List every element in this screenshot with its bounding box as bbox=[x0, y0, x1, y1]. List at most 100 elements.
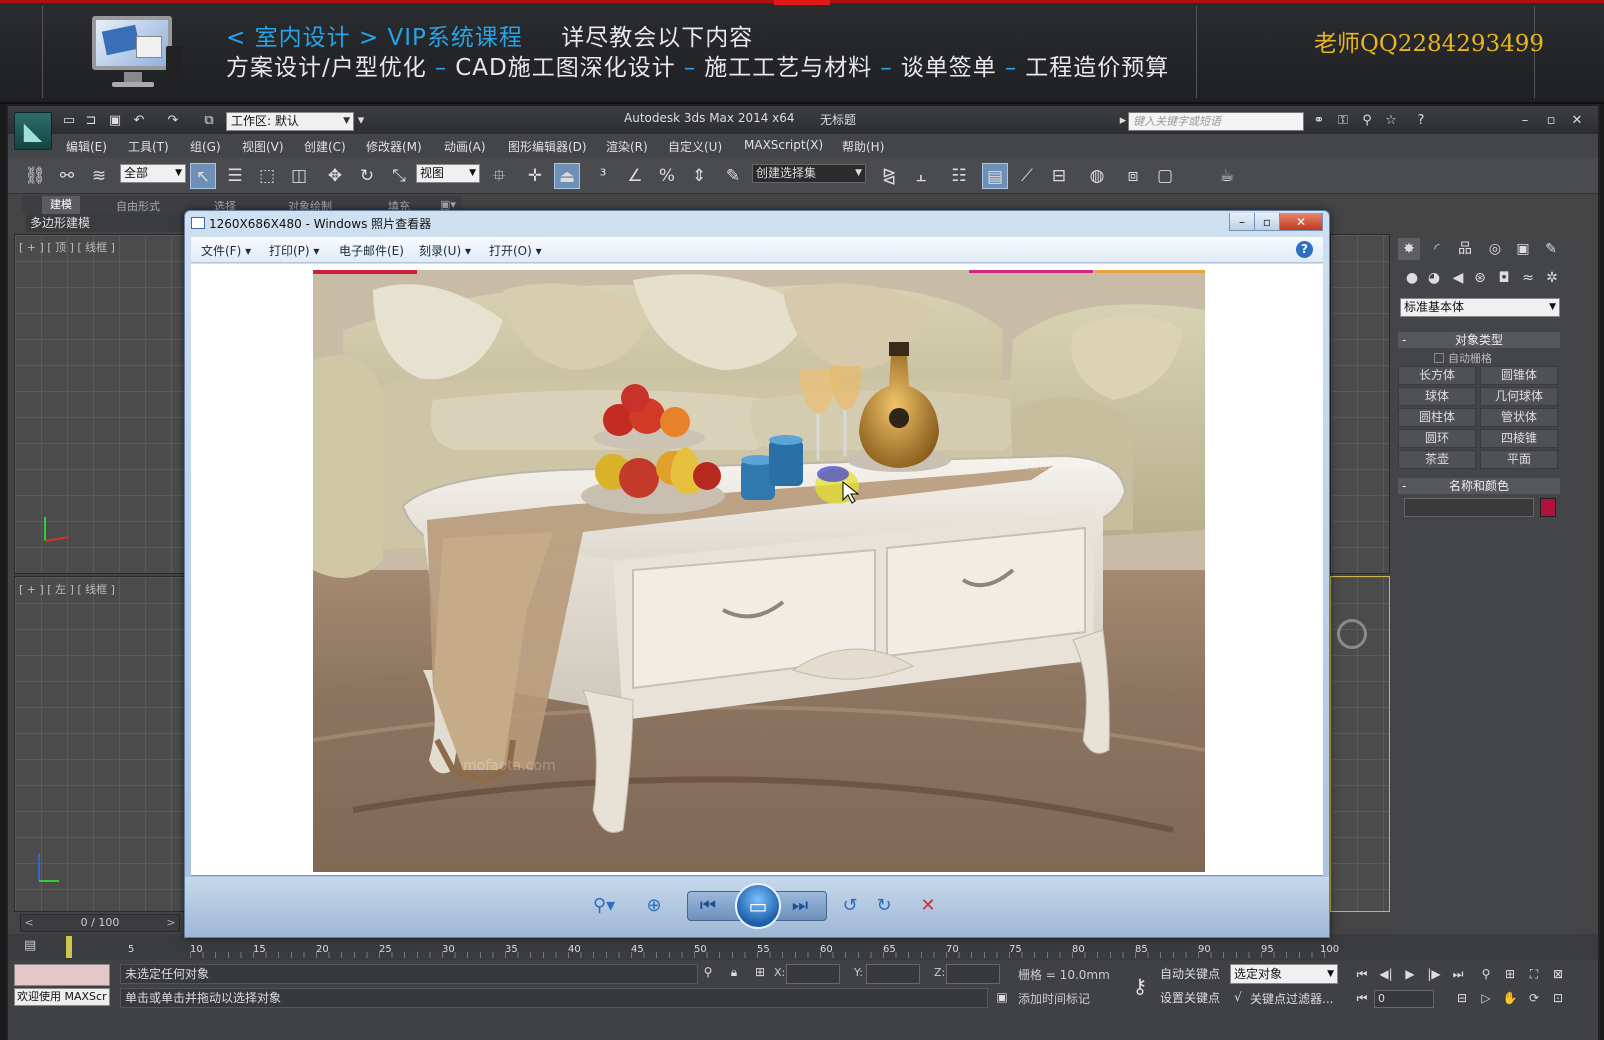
maximize-viewport-icon[interactable]: ⊡ bbox=[1548, 988, 1568, 1008]
communication-center-icon[interactable]: ⚲ bbox=[1358, 112, 1376, 130]
display-tab-icon[interactable]: ▣ bbox=[1512, 238, 1534, 260]
menu-maxscript[interactable]: MAXScript(X) bbox=[744, 138, 823, 152]
unlink-icon[interactable]: ⚯ bbox=[54, 163, 80, 189]
auto-key-button[interactable]: 自动关键点 bbox=[1160, 964, 1224, 984]
layer-manager-icon[interactable]: ☷ bbox=[946, 163, 972, 189]
workspace-dropdown[interactable]: 工作区: 默认 ▼ bbox=[226, 112, 354, 131]
zoom-all-icon[interactable]: ⊞ bbox=[1500, 964, 1520, 984]
viewport-top[interactable]: [ + ] [ 顶 ] [ 线框 ] bbox=[14, 234, 186, 574]
rectangular-selection-icon[interactable]: ⬚ bbox=[254, 163, 280, 189]
absolute-mode-transform-icon[interactable]: ⊞ bbox=[752, 965, 768, 981]
object-color-swatch[interactable] bbox=[1540, 498, 1556, 517]
key-filters-button[interactable]: 关键点过滤器... bbox=[1250, 990, 1333, 1007]
edit-named-selection-icon[interactable]: ✎ bbox=[720, 163, 746, 189]
render-setup-icon[interactable]: ⧈ bbox=[1120, 163, 1146, 189]
mini-curve-editor-icon[interactable]: ▤ bbox=[24, 938, 44, 956]
x-coordinate-field[interactable] bbox=[786, 964, 840, 984]
angle-snap-icon[interactable]: ∠ bbox=[622, 163, 648, 189]
menu-rendering[interactable]: 渲染(R) bbox=[606, 138, 648, 155]
menu-help[interactable]: 帮助(H) bbox=[842, 138, 884, 155]
cone-button[interactable]: 圆锥体 bbox=[1480, 366, 1558, 385]
ribbon-tab-modeling[interactable]: 建模 bbox=[42, 196, 80, 214]
rotate-counterclockwise-icon[interactable]: ↺ bbox=[833, 889, 867, 923]
rendered-frame-window-icon[interactable]: ▢ bbox=[1152, 163, 1178, 189]
application-menu-button[interactable]: ◣ bbox=[14, 112, 52, 150]
object-name-field[interactable] bbox=[1404, 498, 1534, 517]
orbit-icon[interactable]: ⟳ bbox=[1524, 988, 1544, 1008]
key-mode-toggle-icon[interactable]: ⏮ bbox=[1352, 988, 1372, 1008]
snaps-toggle-icon[interactable]: ³ bbox=[590, 163, 616, 189]
menu-email[interactable]: 电子邮件(E) bbox=[339, 242, 404, 259]
help-icon[interactable]: ? bbox=[1296, 241, 1313, 258]
menu-print[interactable]: 打印(P) ▾ bbox=[269, 242, 319, 259]
save-icon[interactable]: ▣ bbox=[106, 112, 124, 130]
minimize-icon[interactable]: – bbox=[1512, 113, 1538, 131]
undo-icon[interactable]: ↶ bbox=[130, 112, 148, 130]
time-slider[interactable]: < 0 / 100 > bbox=[20, 914, 180, 932]
favorites-star-icon[interactable]: ☆ bbox=[1382, 112, 1400, 130]
align-icon[interactable]: ⫠ bbox=[908, 163, 934, 189]
next-image-icon[interactable]: ⏭ bbox=[783, 889, 817, 923]
binoculars-icon[interactable]: ⚭ bbox=[1310, 112, 1328, 130]
actual-size-icon[interactable]: ⊕ bbox=[637, 889, 671, 923]
move-icon[interactable]: ✥ bbox=[322, 163, 348, 189]
render-production-teapot-icon[interactable]: ☕ bbox=[1214, 163, 1240, 189]
maximize-icon[interactable]: ▫ bbox=[1254, 213, 1280, 231]
track-bar-current-frame-marker[interactable] bbox=[66, 936, 72, 958]
select-object-icon[interactable]: ↖ bbox=[190, 163, 216, 189]
y-coordinate-field[interactable] bbox=[866, 964, 920, 984]
previous-frame-icon[interactable]: ◀| bbox=[1376, 964, 1396, 984]
previous-image-icon[interactable]: ⏮ bbox=[691, 889, 725, 923]
viewport-label-left[interactable]: [ + ] [ 左 ] [ 线框 ] bbox=[19, 581, 115, 597]
scale-icon[interactable]: ⤡ bbox=[386, 163, 412, 189]
maximize-icon[interactable]: ▫ bbox=[1538, 113, 1564, 131]
spinner-snap-icon[interactable]: ⇕ bbox=[686, 163, 712, 189]
pivot-center-icon[interactable]: ⯐ bbox=[486, 163, 512, 189]
viewport-left[interactable]: [ + ] [ 左 ] [ 线框 ] bbox=[14, 576, 186, 912]
new-file-icon[interactable]: ▭ bbox=[60, 112, 78, 130]
zoom-icon[interactable]: ⚲▾ bbox=[587, 889, 621, 923]
open-file-icon[interactable]: ⊐ bbox=[82, 112, 100, 130]
ribbon-panel-polygon-modeling[interactable]: 多边形建模 bbox=[26, 214, 196, 232]
menu-tools[interactable]: 工具(T) bbox=[128, 138, 169, 155]
lights-icon[interactable]: ◀ bbox=[1448, 268, 1468, 288]
play-icon[interactable]: ▶ bbox=[1400, 964, 1420, 984]
pan-view-icon[interactable]: ✋ bbox=[1500, 988, 1520, 1008]
percent-snap-icon[interactable]: % bbox=[654, 163, 680, 189]
maxscript-mini-listener[interactable]: 欢迎使用 MAXScr bbox=[14, 988, 110, 1006]
utilities-tab-icon[interactable]: ✎ bbox=[1540, 238, 1562, 260]
mirror-icon[interactable]: ⧎ bbox=[876, 163, 902, 189]
select-by-name-icon[interactable]: ☰ bbox=[222, 163, 248, 189]
project-folder-icon[interactable]: ⧉ bbox=[200, 112, 218, 130]
subscription-key-icon[interactable]: ⚿ bbox=[1334, 112, 1352, 130]
schematic-view-icon[interactable]: ⊟ bbox=[1046, 163, 1072, 189]
rollout-object-type[interactable]: - 对象类型 bbox=[1398, 332, 1560, 348]
next-frame-icon[interactable]: |▶ bbox=[1424, 964, 1444, 984]
link-icon[interactable]: ⛓ bbox=[22, 163, 48, 189]
menu-edit[interactable]: 编辑(E) bbox=[66, 138, 107, 155]
systems-icon[interactable]: ✲ bbox=[1542, 268, 1562, 288]
motion-tab-icon[interactable]: ◎ bbox=[1484, 238, 1506, 260]
rollout-name-and-color[interactable]: - 名称和颜色 bbox=[1398, 478, 1560, 494]
menu-group[interactable]: 组(G) bbox=[190, 138, 221, 155]
hierarchy-tab-icon[interactable]: 品 bbox=[1454, 238, 1476, 260]
field-of-view-icon[interactable]: ▷ bbox=[1476, 988, 1496, 1008]
tube-button[interactable]: 管状体 bbox=[1480, 408, 1558, 427]
workspace-extra-arrow-icon[interactable]: ▾ bbox=[352, 112, 370, 130]
autogrid-checkbox[interactable]: 自动栅格 bbox=[1434, 350, 1492, 366]
viewport-label-top[interactable]: [ + ] [ 顶 ] [ 线框 ] bbox=[19, 239, 115, 255]
shapes-icon[interactable]: ◕ bbox=[1424, 268, 1444, 288]
modify-tab-icon[interactable]: ◜ bbox=[1426, 238, 1448, 260]
geometry-type-dropdown[interactable]: 标准基本体 ▼ bbox=[1400, 298, 1560, 317]
infocenter-search-input[interactable]: 键入关键字或短语 bbox=[1128, 112, 1304, 131]
reference-coordinate-dropdown[interactable]: 视图 ▼ bbox=[416, 164, 480, 183]
menu-views[interactable]: 视图(V) bbox=[242, 138, 284, 155]
coffee-table-photo[interactable]: mofaota.com mofaota.com bbox=[313, 270, 1205, 872]
menu-modifiers[interactable]: 修改器(M) bbox=[366, 138, 422, 155]
cylinder-button[interactable]: 圆柱体 bbox=[1398, 408, 1476, 427]
space-warps-icon[interactable]: ≈ bbox=[1518, 268, 1538, 288]
sphere-button[interactable]: 球体 bbox=[1398, 387, 1476, 406]
menu-customize[interactable]: 自定义(U) bbox=[668, 138, 722, 155]
delete-icon[interactable]: ✕ bbox=[911, 889, 945, 923]
named-selection-dropdown[interactable]: 创建选择集 ▼ bbox=[752, 164, 866, 183]
